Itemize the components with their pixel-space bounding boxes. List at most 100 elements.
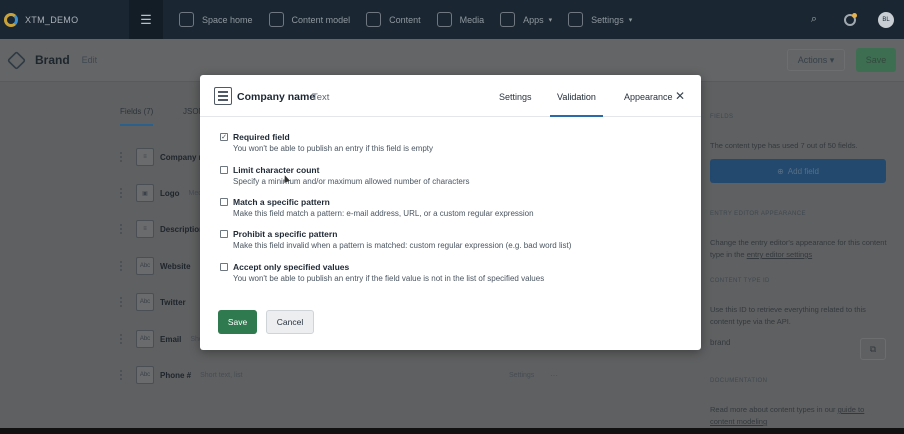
nav-label: Media	[459, 14, 485, 25]
checkbox[interactable]	[220, 166, 228, 174]
option-title: Prohibit a specific pattern	[233, 229, 338, 239]
sidebar-heading: Documentation	[710, 378, 768, 384]
actions-button[interactable]: Actions ▾	[787, 49, 845, 71]
nav-content-model[interactable]: Content model	[263, 0, 361, 39]
cancel-button[interactable]: Cancel	[266, 310, 314, 334]
main-nav: Space home Content model Content Media A…	[173, 0, 642, 39]
plus-icon: ⊕	[777, 166, 784, 176]
tab-validation[interactable]: Validation	[550, 92, 603, 117]
sidebar-text: The content type has used 7 out of 50 fi…	[710, 141, 858, 150]
edit-link[interactable]: Edit	[82, 55, 98, 65]
org-switcher[interactable]: XTM_DEMO	[0, 0, 129, 39]
edit-icon	[366, 12, 382, 27]
gear-icon	[568, 12, 584, 27]
puzzle-icon	[500, 12, 516, 27]
field-settings-link[interactable]: Settings	[509, 372, 534, 379]
drag-handle-icon[interactable]	[120, 224, 128, 234]
notifications-button[interactable]	[832, 0, 868, 39]
nav-content[interactable]: Content	[360, 0, 431, 39]
chevron-down-icon: ▾	[548, 16, 553, 24]
option-description: You won't be able to publish an entry if…	[233, 274, 545, 283]
search-icon[interactable]: ⌕	[796, 0, 832, 39]
nav-label: Content	[389, 14, 421, 25]
nav-apps[interactable]: Apps ▾	[494, 0, 562, 39]
field-row[interactable]: Abc Phone # Short text, list Settings ··…	[120, 364, 560, 386]
tab-settings[interactable]: Settings	[499, 92, 532, 102]
nav-settings[interactable]: Settings ▾	[562, 0, 642, 39]
sidebar-heading: Entry editor appearance	[710, 211, 806, 217]
nav-label: Settings	[591, 14, 624, 25]
field-name: Logo	[160, 188, 180, 198]
dialog-header: Company name Text Settings Validation Ap…	[200, 75, 701, 117]
checkbox[interactable]	[220, 198, 228, 206]
option-title: Limit character count	[233, 165, 320, 175]
field-name: Twitter	[160, 297, 186, 307]
drag-handle-icon[interactable]	[120, 152, 128, 162]
nav-space-home[interactable]: Space home	[173, 0, 263, 39]
close-icon[interactable]: ✕	[675, 89, 685, 103]
home-icon	[179, 12, 194, 27]
sidebar-text-body: Read more about content types in our	[710, 405, 836, 414]
hamburger-menu-icon[interactable]: ☰	[129, 0, 163, 39]
nav-media[interactable]: Media	[431, 0, 495, 39]
field-type-icon: ≡	[136, 148, 154, 166]
sidebar-text: Read more about content types in our gui…	[710, 404, 890, 428]
field-settings-dialog: Company name Text Settings Validation Ap…	[200, 75, 701, 350]
org-name: XTM_DEMO	[25, 14, 79, 25]
dialog-title: Company name	[237, 91, 316, 103]
option-description: Make this field invalid when a pattern i…	[233, 241, 572, 250]
sidebar-text: Change the entry editor's appearance for…	[710, 237, 890, 261]
option-description: Make this field match a pattern: e-mail …	[233, 209, 534, 218]
page-title: Brand	[35, 53, 70, 67]
nav-label: Content model	[291, 14, 351, 25]
field-type-icon: Abc	[136, 257, 154, 275]
add-field-label: Add field	[787, 166, 819, 176]
tab-appearance[interactable]: Appearance	[624, 92, 673, 102]
field-type-icon: Abc	[136, 366, 154, 384]
sidebar-heading: Fields	[710, 114, 734, 120]
checkbox[interactable]: ✓	[220, 133, 228, 141]
page-save-button[interactable]: Save	[856, 48, 896, 72]
content-type-sidebar: Fields The content type has used 7 out o…	[700, 82, 904, 428]
entry-editor-settings-link[interactable]: entry editor settings	[747, 250, 812, 259]
drag-handle-icon[interactable]	[120, 370, 128, 380]
dialog-field-type: Text	[312, 92, 330, 103]
content-type-id: brand	[710, 338, 731, 347]
account-button[interactable]: BL	[868, 0, 904, 39]
option-description: Specify a minimum and/or maximum allowed…	[233, 177, 470, 186]
option-description: You won't be able to publish an entry if…	[233, 144, 434, 153]
avatar: BL	[878, 11, 894, 28]
image-icon	[436, 12, 452, 27]
option-title: Match a specific pattern	[233, 197, 330, 207]
org-logo-icon	[4, 12, 18, 27]
field-type-icon: ≡	[136, 220, 154, 238]
field-name: Email	[160, 334, 182, 344]
drag-handle-icon[interactable]	[120, 297, 128, 307]
content-type-icon	[6, 50, 27, 70]
field-kind: Short text, list	[200, 371, 243, 379]
checkbox[interactable]	[220, 263, 228, 271]
add-field-button[interactable]: ⊕ Add field	[710, 159, 886, 183]
chevron-down-icon: ▾	[628, 16, 633, 24]
nav-label: Apps	[523, 14, 544, 25]
save-button[interactable]: Save	[218, 310, 257, 334]
text-field-icon	[214, 87, 232, 105]
field-type-icon: Abc	[136, 330, 154, 348]
field-name: Website	[160, 261, 191, 271]
cube-icon	[268, 12, 284, 27]
field-name: Phone #	[160, 370, 192, 380]
drag-handle-icon[interactable]	[120, 188, 128, 198]
copy-icon[interactable]: ⧉	[860, 338, 886, 360]
more-options-icon[interactable]: ···	[550, 371, 558, 380]
sidebar-heading: Content type ID	[710, 278, 770, 284]
bottom-bar	[0, 428, 904, 434]
checkbox[interactable]	[220, 230, 228, 238]
field-type-icon: Abc	[136, 293, 154, 311]
nav-label: Space home	[202, 14, 253, 25]
option-title: Accept only specified values	[233, 262, 350, 272]
option-title: Required field	[233, 132, 290, 142]
sidebar-text: Use this ID to retrieve everything relat…	[710, 305, 866, 326]
drag-handle-icon[interactable]	[120, 334, 128, 344]
tab-fields[interactable]: Fields (7)	[120, 107, 154, 126]
drag-handle-icon[interactable]	[120, 261, 128, 271]
